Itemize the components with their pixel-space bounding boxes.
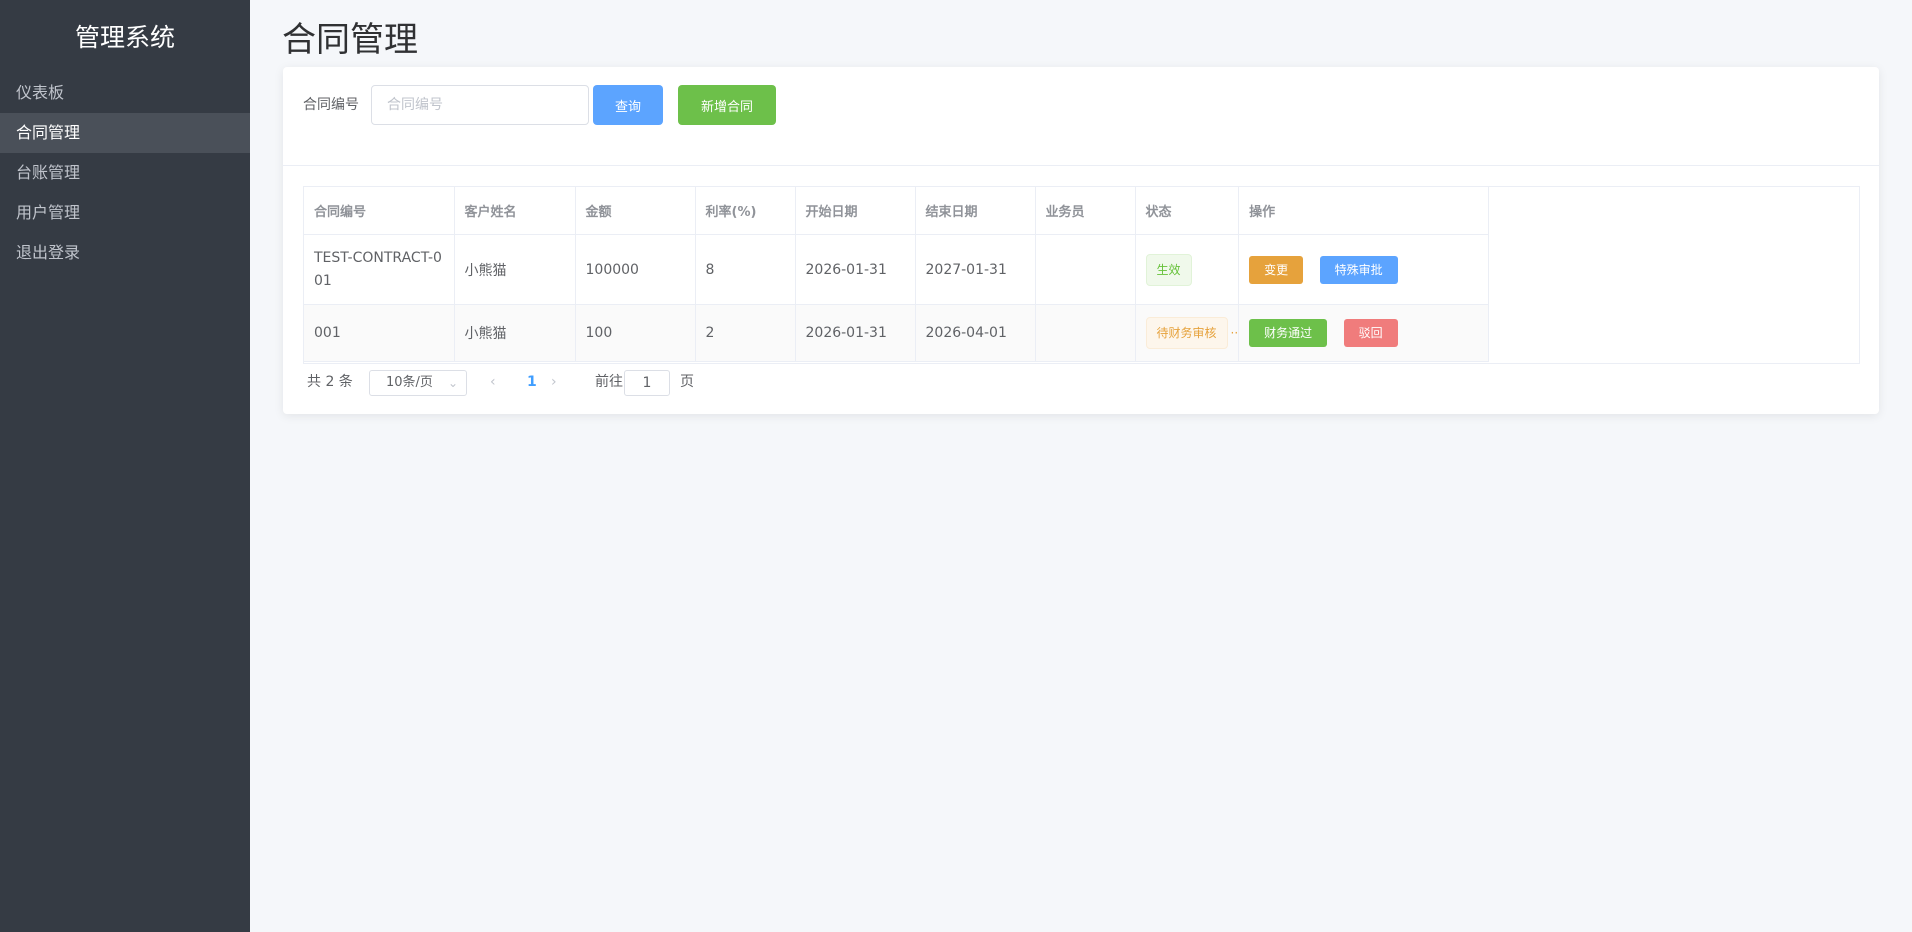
contract-number-cell: 001	[304, 304, 455, 362]
actions-cell: 财务通过 驳回	[1238, 304, 1490, 362]
salesman-cell	[1035, 304, 1136, 362]
column-header: 客户姓名	[454, 187, 576, 235]
customer-cell: 小熊猫	[454, 304, 576, 362]
contract-number-cell: TEST-CONTRACT-001	[304, 234, 455, 305]
app-title: 管理系统	[74, 23, 175, 52]
goto-page-input[interactable]	[624, 370, 670, 396]
amount-cell: 100	[575, 304, 696, 362]
status-badge: 生效	[1145, 253, 1192, 286]
status-cell: 待财务审核 ··	[1135, 304, 1240, 362]
actions-cell: 变更 特殊审批	[1238, 234, 1490, 305]
search-label: 合同编号	[303, 97, 359, 113]
sidebar-item-users[interactable]: 用户管理	[0, 193, 250, 233]
column-header: 操作	[1238, 187, 1490, 235]
sidebar-menu: 仪表板 合同管理 台账管理 用户管理 退出登录	[0, 73, 250, 273]
table-row: TEST-CONTRACT-001 小熊猫 100000 8 2026-01-3…	[304, 234, 1490, 305]
divider	[283, 165, 1879, 166]
start-date-cell: 2026-01-31	[795, 234, 916, 305]
end-date-cell: 2026-04-01	[915, 304, 1036, 362]
total-count: 共 2 条	[307, 374, 353, 390]
page-title: 合同管理	[282, 20, 418, 60]
content-card: 合同编号 查询 新增合同 合同编号 客户姓名 金额 利率(%)	[283, 67, 1879, 414]
change-button[interactable]: 变更	[1249, 255, 1304, 284]
column-header: 合同编号	[304, 187, 455, 235]
page-size-value: 10条/页	[386, 375, 433, 390]
status-badge: 待财务审核	[1145, 317, 1228, 349]
prev-page-icon[interactable]: ‹	[490, 362, 496, 402]
main-content: 合同管理 合同编号 查询 新增合同 合同编号 客户姓名 金额	[250, 0, 1912, 932]
current-page-number[interactable]: 1	[527, 362, 537, 402]
column-header: 业务员	[1035, 187, 1136, 235]
rate-cell: 8	[695, 234, 796, 305]
sidebar-item-contracts[interactable]: 合同管理	[0, 113, 250, 153]
page-size-select[interactable]: 10条/页 ⌄	[369, 370, 467, 396]
sidebar-item-ledger[interactable]: 台账管理	[0, 153, 250, 193]
column-header: 利率(%)	[695, 187, 796, 235]
sidebar-item-logout[interactable]: 退出登录	[0, 233, 250, 273]
amount-cell: 100000	[575, 234, 696, 305]
rate-cell: 2	[695, 304, 796, 362]
next-page-icon[interactable]: ›	[551, 362, 557, 402]
finance-approve-button[interactable]: 财务通过	[1249, 319, 1328, 347]
search-bar: 合同编号 查询 新增合同	[303, 85, 903, 125]
status-cell: 生效	[1135, 234, 1240, 305]
end-date-cell: 2027-01-31	[915, 234, 1036, 305]
sidebar-item-dashboard[interactable]: 仪表板	[0, 73, 250, 113]
pagination: 共 2 条 10条/页 ⌄ ‹ 1 › 前往 页	[307, 362, 907, 402]
start-date-cell: 2026-01-31	[795, 304, 916, 362]
reject-button[interactable]: 驳回	[1343, 319, 1398, 347]
query-button[interactable]: 查询	[593, 85, 663, 125]
column-header: 结束日期	[915, 187, 1036, 235]
customer-cell: 小熊猫	[454, 234, 576, 305]
salesman-cell	[1035, 234, 1136, 305]
sidebar: 管理系统 仪表板 合同管理 台账管理 用户管理 退出登录	[0, 0, 250, 932]
column-header: 状态	[1135, 187, 1240, 235]
contracts-table: 合同编号 客户姓名 金额 利率(%) 开始日期 结束日期 业务员 状态 操作 T…	[303, 186, 1860, 364]
chevron-down-icon: ⌄	[447, 376, 458, 390]
column-header: 开始日期	[795, 187, 916, 235]
goto-label: 前往	[595, 374, 623, 390]
status-overflow-ellipsis: ··	[1230, 326, 1239, 340]
table-header-row: 合同编号 客户姓名 金额 利率(%) 开始日期 结束日期 业务员 状态 操作	[304, 187, 1490, 235]
table-row: 001 小熊猫 100 2 2026-01-31 2026-04-01 待财务审…	[304, 304, 1490, 362]
contract-number-input[interactable]	[371, 85, 589, 125]
add-contract-button[interactable]: 新增合同	[678, 85, 776, 125]
page-suffix: 页	[680, 374, 694, 390]
special-approval-button[interactable]: 特殊审批	[1319, 255, 1398, 284]
column-header: 金额	[575, 187, 696, 235]
